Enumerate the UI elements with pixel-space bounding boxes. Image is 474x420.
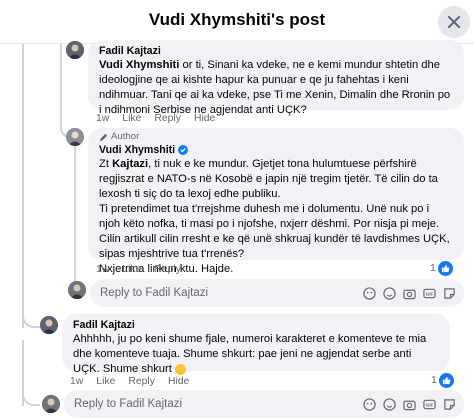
comment-actions: 1w Like Reply xyxy=(96,264,181,275)
like-icon xyxy=(437,261,453,276)
avatar-sticker-icon[interactable] xyxy=(362,286,376,300)
sticker-icon[interactable] xyxy=(442,286,456,300)
reply-placeholder: Reply to Fadil Kajtazi xyxy=(74,398,183,410)
avatar-icon xyxy=(42,395,60,413)
gif-icon[interactable]: GIF xyxy=(422,397,436,411)
sticker-icon[interactable] xyxy=(442,397,456,411)
avatar-icon xyxy=(66,128,84,146)
reply-button[interactable]: Reply xyxy=(154,264,181,275)
camera-icon[interactable] xyxy=(402,397,416,411)
avatar[interactable] xyxy=(66,41,84,59)
comment-author-row: Vudi Xhymshiti xyxy=(99,143,453,157)
close-icon xyxy=(448,16,460,28)
reply-button[interactable]: Reply xyxy=(154,113,181,124)
comment-text: Vudi Xhymshiti or ti, Sinani ka vdeke, n… xyxy=(99,59,451,116)
thread-connector xyxy=(22,300,40,328)
avatar[interactable] xyxy=(42,395,60,413)
avatar[interactable] xyxy=(68,281,86,299)
comment-time[interactable]: 1w xyxy=(96,264,109,275)
avatar-sticker-icon[interactable] xyxy=(362,397,376,411)
avatar-icon xyxy=(66,41,84,59)
comment-author[interactable]: Fadil Kajtazi xyxy=(73,318,439,332)
reply-input[interactable]: Reply to Fadil Kajtazi GIF xyxy=(64,390,464,418)
author-tag: Author xyxy=(99,131,453,143)
reply-button[interactable]: Reply xyxy=(128,376,155,387)
avatar[interactable] xyxy=(66,128,84,146)
thread-line xyxy=(22,44,24,328)
verified-badge-icon xyxy=(178,145,189,155)
mention-link[interactable]: Vudi Xhymshiti xyxy=(99,59,179,71)
comment-actions: 1w Like Reply Hide xyxy=(96,113,215,124)
avatar[interactable] xyxy=(40,316,58,334)
close-button[interactable] xyxy=(438,6,470,38)
reply-placeholder: Reply to Fadil Kajtazi xyxy=(100,287,209,299)
like-icon xyxy=(438,373,454,388)
comment-text: Zt Kajtazi, ti nuk e ke mundur. Gjetjet … xyxy=(99,158,438,200)
thread-line xyxy=(74,146,76,289)
thread-connector xyxy=(22,384,40,406)
svg-text:GIF: GIF xyxy=(425,291,433,296)
comment-author[interactable]: Fadil Kajtazi xyxy=(99,44,453,58)
comment-author[interactable]: Vudi Xhymshiti xyxy=(99,143,175,157)
like-button[interactable]: Like xyxy=(96,376,115,387)
reaction-count[interactable]: 1 xyxy=(431,373,454,388)
comment-actions: 1w Like Reply Hide xyxy=(70,376,189,387)
author-pen-icon xyxy=(99,133,108,141)
comment-time[interactable]: 1w xyxy=(70,376,83,387)
like-button[interactable]: Like xyxy=(122,113,141,124)
dialog-header: Vudi Xhymshiti's post xyxy=(0,0,474,44)
emoji-icon[interactable] xyxy=(382,286,396,300)
hide-button[interactable]: Hide xyxy=(168,376,189,387)
avatar-icon xyxy=(40,316,58,334)
comment-text: Ti pretendimet tua t'rrejshme duhesh me … xyxy=(99,203,450,260)
grinning-emoji-icon xyxy=(174,363,186,375)
avatar-icon xyxy=(68,281,86,299)
comment-bubble: Fadil Kajtazi Ahhhhh, ju po keni shume f… xyxy=(62,314,450,375)
gif-icon[interactable]: GIF xyxy=(422,286,436,300)
svg-text:GIF: GIF xyxy=(425,402,433,407)
emoji-icon[interactable] xyxy=(382,397,396,411)
comment-bubble: Author Vudi Xhymshiti Zt Kajtazi, ti nuk… xyxy=(88,128,464,275)
dialog-title: Vudi Xhymshiti's post xyxy=(148,10,326,29)
reply-input[interactable]: Reply to Fadil Kajtazi GIF xyxy=(90,279,464,307)
hide-button[interactable]: Hide xyxy=(194,113,215,124)
camera-icon[interactable] xyxy=(402,286,416,300)
like-button[interactable]: Like xyxy=(122,264,141,275)
mention-link[interactable]: Kajtazi xyxy=(112,158,148,170)
comment-bubble: Fadil Kajtazi Vudi Xhymshiti or ti, Sina… xyxy=(88,40,464,116)
comment-time[interactable]: 1w xyxy=(96,113,109,124)
comment-text: Ahhhhh, ju po keni shume fjale, numeroi … xyxy=(73,333,427,375)
reaction-count[interactable]: 1 xyxy=(430,261,453,276)
